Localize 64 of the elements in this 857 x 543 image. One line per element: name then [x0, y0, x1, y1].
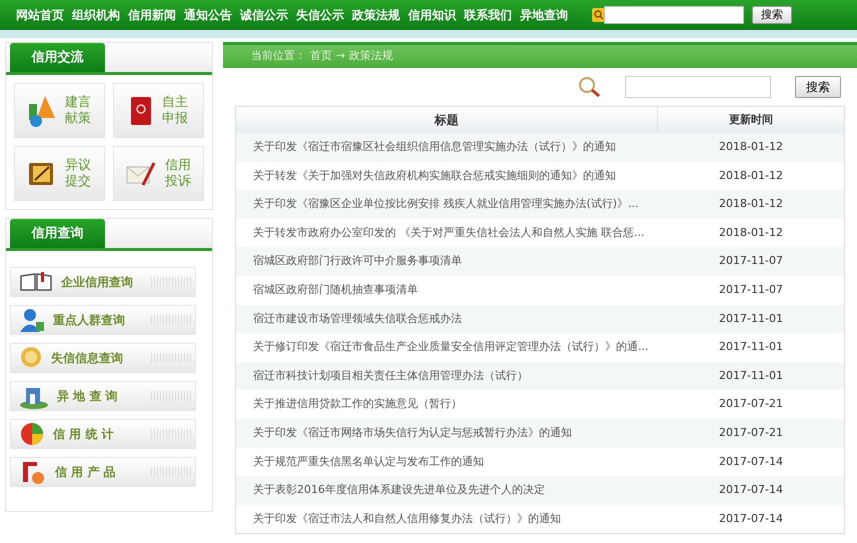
article-link[interactable]: 关于规范严重失信黑名单认定与发布工作的通知 [236, 454, 658, 470]
date-cell-text: 2018-01-12 [718, 224, 784, 241]
date-cell-text: 2017-11-01 [718, 339, 784, 356]
breadcrumb-label: 当前位置： [251, 48, 306, 64]
date-cell-text: 2017-11-07 [718, 253, 784, 270]
query-link-button[interactable]: 企业信用查询 [10, 267, 196, 297]
article-link[interactable]: 关于转发《关于加强对失信政府机构实施联合惩戒实施细则的通知》的通知 [236, 168, 658, 184]
article-link[interactable]: 宿城区政府部门随机抽查事项清单 [236, 282, 658, 299]
query-link-button[interactable]: 异 地 查 询 [10, 381, 196, 411]
article-link[interactable]: 关于印发《宿迁市宿豫区社会组织信用信息管理实施办法（试行）》的通知 [236, 139, 658, 156]
search-button[interactable]: 搜索 [795, 76, 841, 98]
date-cell-text: 2018-01-12 [718, 196, 784, 212]
query-link-button[interactable]: 重点人群查询 [10, 305, 196, 335]
nav-link-item[interactable]: 网站首页 [16, 6, 64, 24]
tile-button[interactable]: 自主申报 [113, 83, 204, 138]
article-link[interactable]: 关于印发《宿迁市法人和自然人信用修复办法（试行）》的通知 [236, 510, 658, 528]
search-button[interactable]: 搜索 [752, 6, 792, 24]
tile-button[interactable]: 建言献策 [14, 83, 105, 138]
panel-tab[interactable]: 信用查询 [10, 219, 105, 248]
breadcrumb-current: 政策法规 [349, 48, 394, 64]
query-link-button[interactable]: 信 用 产 品 [10, 457, 196, 487]
article-link[interactable]: 关于修订印发《宿迁市食品生产企业质量安全信用评定管理办法（试行）》的通... [236, 339, 658, 356]
date-cell-text: 2017-11-07 [718, 282, 784, 298]
date-cell-text: 2017-07-14 [718, 482, 784, 498]
date-cell-text: 2017-07-14 [718, 510, 784, 527]
article-link[interactable]: 关于转发市政府办公室印发的 《关于对严重失信社会法人和自然人实施 联合惩... [236, 224, 658, 242]
date-cell-text: 2017-07-21 [718, 424, 784, 441]
user-icon [19, 307, 45, 333]
query-link-button[interactable]: 信 用 统 计 [10, 419, 196, 449]
search-field[interactable] [604, 6, 744, 24]
query-link-button[interactable]: 失信信息查询 [10, 343, 196, 373]
nav-link-item[interactable]: 诚信公示 [240, 6, 288, 24]
pie-chart-icon [19, 421, 45, 447]
date-cell-text: 2017-07-21 [718, 396, 784, 412]
date-cell-text: 2017-11-01 [718, 310, 784, 327]
nav-link-item[interactable]: 联系我们 [464, 6, 512, 24]
nav-link-item[interactable]: 通知公告 [184, 6, 232, 24]
date-cell-text: 2017-11-01 [718, 368, 784, 384]
nav-link-item[interactable]: 信用新闻 [128, 6, 176, 24]
nav-link-item[interactable]: 信用知识 [408, 6, 456, 24]
nav-link-item[interactable]: 失信公示 [296, 6, 344, 24]
date-cell-text: 2018-01-12 [718, 139, 784, 156]
nav-link-item[interactable]: 政策法规 [352, 6, 400, 24]
search-icon [577, 76, 601, 98]
panel-tab[interactable]: 信用交流 [10, 43, 105, 72]
breadcrumb-separator: → [336, 48, 346, 64]
date-cell-text: 2017-07-14 [718, 454, 784, 470]
article-link[interactable]: 宿迁市科技计划项目相关责任主体信用管理办法（试行） [236, 368, 658, 384]
tile-button[interactable]: 异议提交 [14, 146, 105, 201]
nav-link-item[interactable]: 组织机构 [72, 6, 120, 24]
open-book-icon [19, 272, 53, 292]
article-link[interactable]: 关于印发《宿迁市网络市场失信行为认定与惩戒暂行办法》的通知 [236, 424, 658, 442]
article-link[interactable]: 宿迁市建设市场管理领域失信联合惩戒办法 [236, 310, 658, 328]
column-header: 更新时间 [728, 112, 774, 128]
date-cell-text: 2018-01-12 [718, 168, 784, 184]
nav-link-item[interactable]: 异地查询 [520, 6, 568, 24]
tile-button[interactable]: 信用投诉 [113, 146, 204, 201]
breadcrumb-link[interactable]: 首页 [310, 48, 332, 65]
shapes-icon [26, 94, 57, 128]
article-link[interactable]: 关于印发《宿豫区企业单位按比例安排 残疾人就业信用管理实施办法(试行)》... [236, 196, 658, 213]
search-field[interactable] [625, 76, 771, 98]
article-link[interactable]: 关于推进信用贷款工作的实施意见（暂行） [236, 396, 658, 413]
article-link[interactable]: 宿城区政府部门行政许可中介服务事项清单 [236, 253, 658, 270]
article-link[interactable]: 关于表彰2016年度信用体系建设先进单位及先进个人的决定 [236, 482, 658, 499]
